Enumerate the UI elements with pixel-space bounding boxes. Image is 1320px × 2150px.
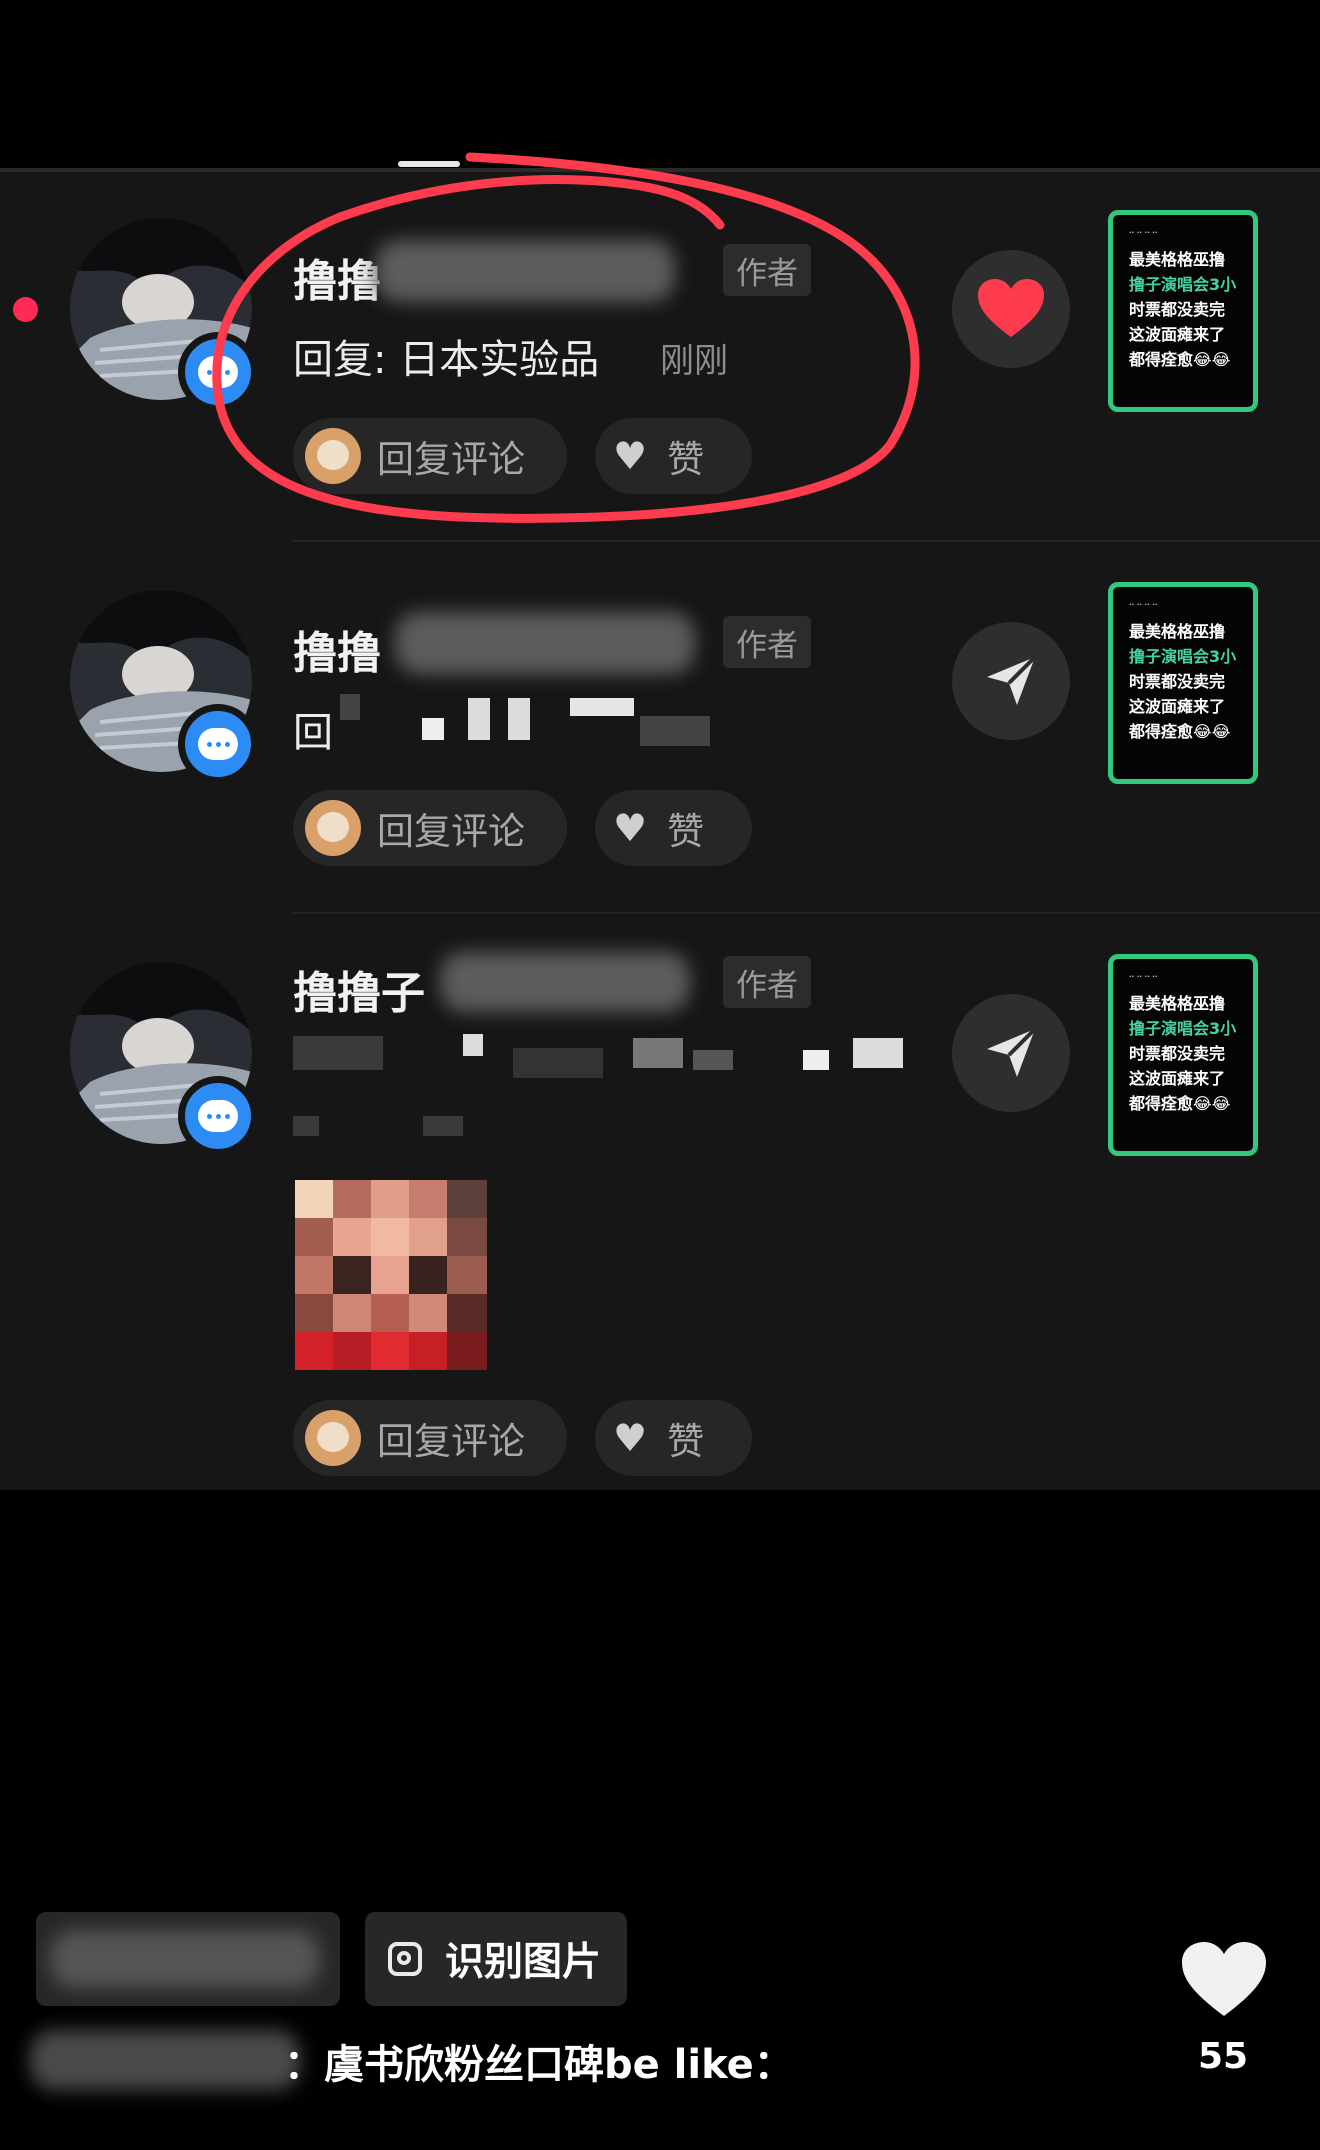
recognize-image-label: 识别图片	[445, 1940, 602, 1985]
like-button[interactable]: ♥ 赞	[595, 790, 752, 866]
video-caption: ：虞书欣粉丝口碑be like：	[284, 2042, 794, 2088]
video-thumbnail[interactable]: ·· ·· ·· ·· 最美格格巫撸 撸子演唱会3小 时票都没卖完 这波面瘫来了…	[1108, 210, 1258, 412]
thumb-line: 撸子演唱会3小	[1129, 275, 1237, 294]
redacted-reply	[340, 694, 740, 752]
scan-icon	[385, 1939, 425, 1979]
author-badge: 作者	[723, 956, 811, 1008]
thumb-line: 最美格格巫撸	[1129, 622, 1226, 641]
like-count: 55	[1198, 2036, 1249, 2077]
reply-comment-button[interactable]: 回复评论	[293, 790, 567, 866]
video-thumbnail[interactable]: ·· ·· ·· ·· 最美格格巫撸 撸子演唱会3小 时票都没卖完 这波面瘫来了…	[1108, 582, 1258, 784]
thumb-line: 都得痊愈😂😂	[1129, 350, 1231, 369]
thumb-line: 时票都没卖完	[1129, 672, 1226, 691]
chat-badge-icon	[178, 704, 258, 784]
commenter-name: 撸撸	[293, 628, 381, 679]
redacted-chip-text	[50, 1930, 320, 1988]
heart-icon: ♥	[613, 1416, 648, 1460]
thumb-line: 这波面瘫来了	[1129, 1069, 1226, 1088]
reply-text: 回	[293, 710, 333, 756]
recognize-image-button[interactable]: 识别图片	[365, 1912, 627, 2006]
annotation-circle	[212, 152, 920, 523]
reply-comment-label: 回复评论	[377, 810, 525, 853]
chat-badge-icon	[178, 1076, 258, 1156]
top-bar	[0, 0, 1320, 160]
redacted-reply	[293, 1030, 953, 1140]
thumb-line: 这波面瘫来了	[1129, 325, 1226, 344]
author-badge: 作者	[723, 616, 811, 668]
send-icon	[987, 655, 1037, 705]
like-label: 赞	[667, 810, 705, 853]
commenter-name: 撸撸子	[293, 968, 425, 1019]
redacted-name	[440, 952, 690, 1012]
heart-icon: ♥	[613, 806, 648, 850]
thumb-line: 这波面瘫来了	[1129, 697, 1226, 716]
send-icon	[987, 1027, 1037, 1077]
redacted-name	[395, 612, 695, 674]
thumb-line: 最美格格巫撸	[1129, 250, 1226, 269]
mini-avatar	[305, 1410, 361, 1466]
row-divider	[292, 540, 1320, 542]
send-button[interactable]	[952, 994, 1070, 1112]
mini-avatar	[305, 800, 361, 856]
thumb-line: 都得痊愈😂😂	[1129, 1094, 1231, 1113]
reply-comment-button[interactable]: 回复评论	[293, 1400, 567, 1476]
like-button[interactable]: ♥ 赞	[595, 1400, 752, 1476]
like-label: 赞	[667, 1420, 705, 1463]
comment-image[interactable]	[295, 1180, 487, 1370]
thumb-line: 撸子演唱会3小	[1129, 1019, 1237, 1038]
thumb-line: 都得痊愈😂😂	[1129, 722, 1231, 741]
video-thumbnail[interactable]: ·· ·· ·· ·· 最美格格巫撸 撸子演唱会3小 时票都没卖完 这波面瘫来了…	[1108, 954, 1258, 1156]
send-button[interactable]	[952, 622, 1070, 740]
thumb-line: 最美格格巫撸	[1129, 994, 1226, 1013]
row-divider	[292, 912, 1320, 914]
heart-icon[interactable]	[1180, 1940, 1268, 2020]
redacted-author	[30, 2030, 300, 2090]
thumb-line: 时票都没卖完	[1129, 300, 1226, 319]
heart-icon	[978, 279, 1044, 337]
reply-comment-label: 回复评论	[377, 1420, 525, 1463]
blurred-chip[interactable]	[36, 1912, 340, 2006]
unread-dot	[13, 297, 38, 322]
thumb-line: 撸子演唱会3小	[1129, 647, 1237, 666]
thumb-line: 时票都没卖完	[1129, 1044, 1226, 1063]
